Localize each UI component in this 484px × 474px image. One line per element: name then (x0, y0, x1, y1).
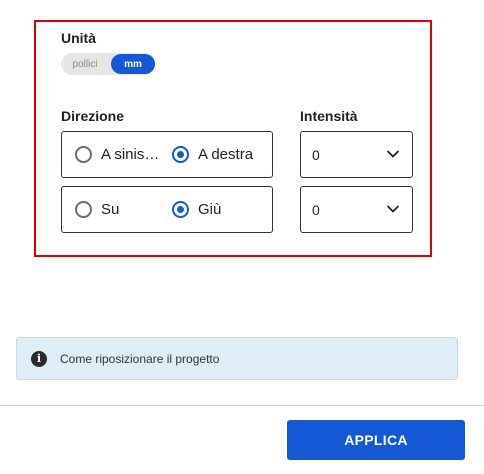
radio-right[interactable]: A destra (172, 132, 253, 177)
unit-option-inches[interactable]: pollici (61, 53, 109, 75)
apply-button[interactable]: APPLICA (287, 420, 465, 460)
radio-down-circle[interactable] (172, 201, 189, 218)
horizontal-intensity-select[interactable]: 0 (300, 131, 413, 178)
help-info-bar[interactable]: i Come riposizionare il progetto (16, 337, 458, 380)
vertical-intensity-value: 0 (312, 202, 320, 218)
radio-right-label: A destra (198, 146, 254, 163)
radio-up-circle[interactable] (75, 201, 92, 218)
radio-left[interactable]: A sinis… (75, 132, 159, 177)
horizontal-direction-group: A sinis… A destra (61, 131, 273, 178)
direction-label: Direzione (61, 108, 125, 124)
vertical-intensity-select[interactable]: 0 (300, 186, 413, 233)
radio-down-label: Giù (198, 201, 222, 218)
radio-left-circle[interactable] (75, 146, 92, 163)
footer-divider (0, 405, 484, 406)
intensity-label: Intensità (300, 108, 358, 124)
info-icon: i (31, 350, 47, 367)
units-toggle[interactable]: pollici mm (61, 53, 155, 75)
radio-right-circle[interactable] (172, 146, 189, 163)
unit-option-mm[interactable]: mm (111, 54, 155, 74)
radio-left-label: A sinis… (101, 146, 160, 163)
help-link-text[interactable]: Come riposizionare il progetto (60, 352, 219, 366)
radio-up[interactable]: Su (75, 187, 119, 232)
chevron-down-icon (387, 205, 399, 213)
reposition-panel: Unità pollici mm Direzione Intensità A s… (0, 0, 484, 474)
horizontal-intensity-value: 0 (312, 147, 320, 163)
radio-down[interactable]: Giù (172, 187, 221, 232)
units-label: Unità (61, 30, 96, 46)
chevron-down-icon (387, 150, 399, 158)
vertical-direction-group: Su Giù (61, 186, 273, 233)
radio-up-label: Su (101, 201, 120, 218)
